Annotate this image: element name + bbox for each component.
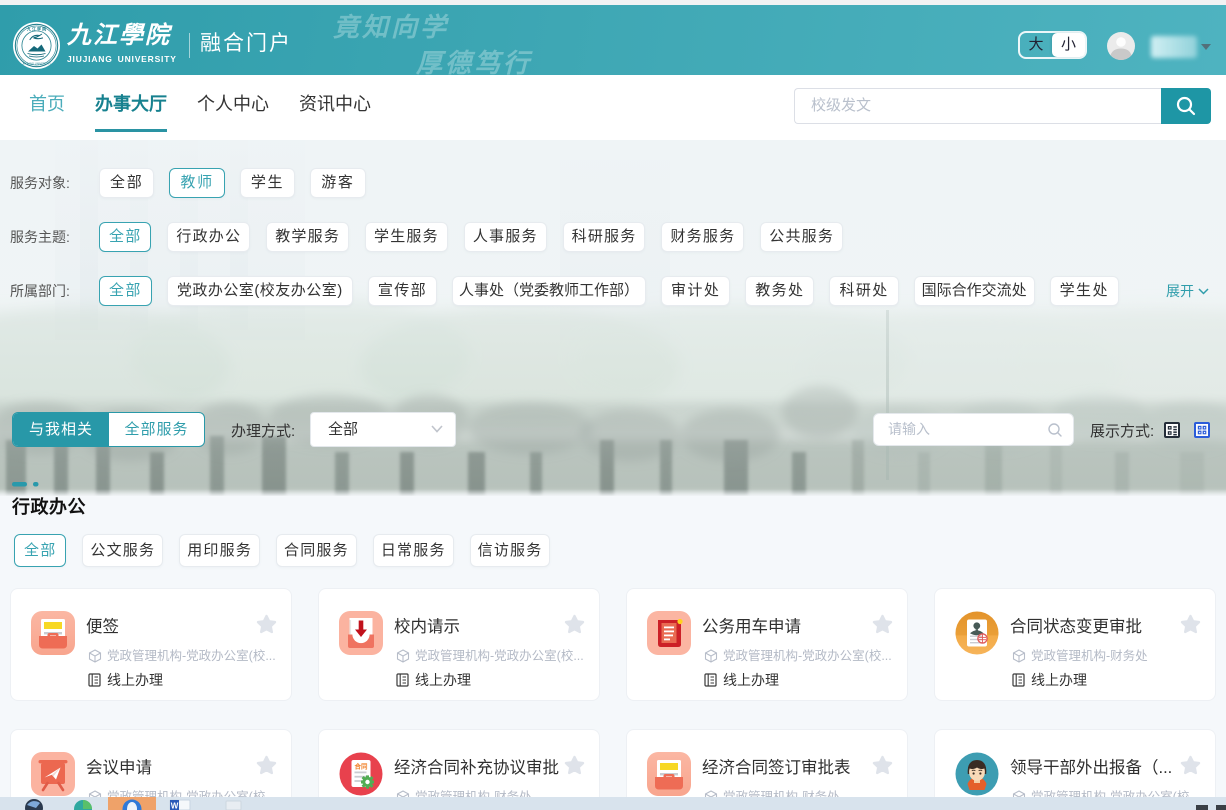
svg-text:JIUJIANG UNIVERSITY: JIUJIANG UNIVERSITY — [22, 62, 51, 66]
svg-text:合同: 合同 — [354, 762, 369, 771]
svg-text:九 江 学 院: 九 江 学 院 — [26, 25, 46, 31]
svg-text:W: W — [171, 802, 179, 810]
